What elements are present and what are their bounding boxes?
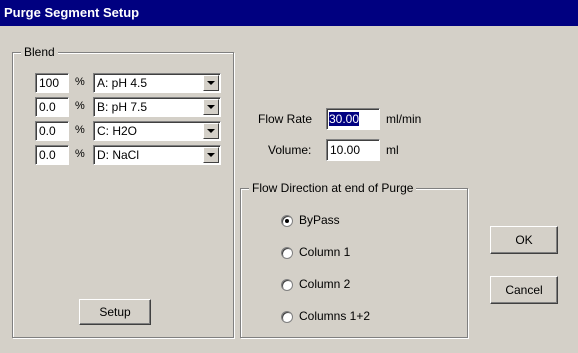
blend-b-percent-input[interactable]: 0.0: [35, 97, 69, 117]
setup-button[interactable]: Setup: [79, 299, 151, 325]
blend-a-percent-input[interactable]: 100: [35, 73, 69, 93]
blend-c-solvent-value: C: H2O: [97, 124, 138, 138]
radio-button-icon[interactable]: [281, 247, 293, 259]
chevron-down-icon[interactable]: [203, 99, 219, 115]
radio-columns12-label[interactable]: Columns 1+2: [299, 309, 370, 323]
flow-rate-input[interactable]: 30.00: [326, 108, 380, 130]
percent-label: %: [75, 148, 85, 160]
blend-d-solvent-value: D: NaCl: [97, 148, 140, 162]
ok-button[interactable]: OK: [490, 226, 558, 254]
blend-c-percent-input[interactable]: 0.0: [35, 121, 69, 141]
blend-a-solvent-select[interactable]: A: pH 4.5: [93, 73, 221, 93]
radio-button-icon[interactable]: [281, 311, 293, 323]
chevron-down-icon[interactable]: [203, 123, 219, 139]
radio-button-icon[interactable]: [281, 215, 293, 227]
blend-d-percent-input[interactable]: 0.0: [35, 145, 69, 165]
window-title: Purge Segment Setup: [4, 5, 140, 20]
blend-group: Blend 100 % A: pH 4.5 0.0 % B: pH 7.5 0.…: [12, 45, 234, 338]
blend-b-solvent-value: B: pH 7.5: [97, 100, 148, 114]
volume-label: Volume:: [268, 143, 312, 157]
percent-label: %: [75, 100, 85, 112]
title-bar: Purge Segment Setup: [0, 0, 578, 26]
radio-column1-label[interactable]: Column 1: [299, 245, 350, 259]
flow-rate-unit: ml/min: [386, 112, 422, 126]
volume-unit: ml: [386, 143, 399, 157]
blend-c-solvent-select[interactable]: C: H2O: [93, 121, 221, 141]
cancel-button[interactable]: Cancel: [490, 276, 558, 304]
volume-input[interactable]: 10.00: [326, 139, 380, 161]
flow-rate-label: Flow Rate: [258, 112, 313, 126]
blend-group-label: Blend: [21, 45, 58, 59]
radio-bypass-label[interactable]: ByPass: [299, 213, 340, 227]
radio-button-icon[interactable]: [281, 279, 293, 291]
percent-label: %: [75, 124, 85, 136]
chevron-down-icon[interactable]: [203, 75, 219, 91]
flow-direction-label: Flow Direction at end of Purge: [249, 181, 417, 195]
dialog-body: Blend 100 % A: pH 4.5 0.0 % B: pH 7.5 0.…: [0, 26, 578, 353]
percent-label: %: [75, 76, 85, 88]
radio-column2-label[interactable]: Column 2: [299, 277, 350, 291]
chevron-down-icon[interactable]: [203, 147, 219, 163]
flow-rate-value: 30.00: [329, 112, 360, 126]
blend-d-solvent-select[interactable]: D: NaCl: [93, 145, 221, 165]
blend-b-solvent-select[interactable]: B: pH 7.5: [93, 97, 221, 117]
blend-a-solvent-value: A: pH 4.5: [97, 76, 148, 90]
flow-direction-group: Flow Direction at end of Purge ByPass Co…: [240, 181, 468, 338]
